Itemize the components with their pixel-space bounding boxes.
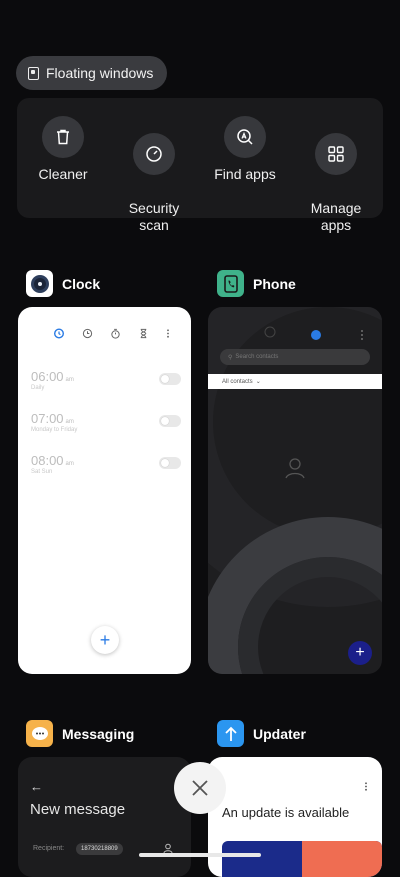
alarm-row[interactable]: 07:00 am Monday to Friday <box>31 411 181 433</box>
alarm-toggle[interactable] <box>159 373 181 385</box>
update-banner-image <box>222 841 382 877</box>
cleaner-label: Cleaner <box>38 166 88 182</box>
recipient-label: Recipient: <box>33 845 65 852</box>
alarm-time: 08:00 <box>31 453 64 468</box>
clock-app-card[interactable]: 06:00 am Daily 07:00 am Monday to Friday 0… <box>18 307 191 674</box>
more-options-icon[interactable] <box>166 328 170 339</box>
find-apps-icon <box>224 116 266 158</box>
alarm-toggle[interactable] <box>159 457 181 469</box>
clock-app-icon <box>26 270 53 297</box>
contacts-filter-label: All contacts <box>222 378 253 385</box>
messaging-app-name: Messaging <box>62 725 135 742</box>
manage-apps-label: Manage apps <box>310 200 362 233</box>
alarm-toggle[interactable] <box>159 415 181 427</box>
messaging-app-header[interactable]: Messaging <box>26 720 134 747</box>
search-icon: ⚲ <box>228 354 233 361</box>
updater-app-header[interactable]: Updater <box>217 720 306 747</box>
clock-tabs <box>53 327 170 339</box>
cleaner-button[interactable]: Cleaner <box>23 116 103 183</box>
phone-app-icon <box>217 270 244 297</box>
alarm-row[interactable]: 06:00 am Daily <box>31 369 181 391</box>
clock-app-header[interactable]: Clock <box>26 270 100 297</box>
alarm-repeat: Daily <box>31 385 45 391</box>
search-input[interactable]: ⚲ Search contacts <box>220 349 370 365</box>
find-apps-label: Find apps <box>214 166 276 182</box>
close-all-button[interactable] <box>174 762 226 814</box>
alarm-repeat: Sat Sun <box>31 469 53 475</box>
updater-app-name: Updater <box>253 725 306 742</box>
quick-actions-panel: Cleaner Security scan Find apps Manage a… <box>17 98 383 233</box>
security-scan-icon <box>133 133 175 175</box>
dialpad-add-button[interactable]: + <box>348 641 372 665</box>
recipient-chip[interactable]: 18730218809 <box>76 843 123 855</box>
alarm-ampm: am <box>65 377 74 383</box>
alarm-row[interactable]: 08:00 am Sat Sun <box>31 453 181 475</box>
security-scan-label: Security scan <box>128 200 180 233</box>
messaging-app-card[interactable]: ← New message Recipient: 18730218809 <box>18 757 191 877</box>
alarm-tab-icon[interactable] <box>53 327 65 339</box>
floating-windows-button[interactable]: Floating windows <box>16 56 168 90</box>
alarm-repeat: Monday to Friday <box>31 427 78 433</box>
update-available-text: An update is available <box>222 805 350 820</box>
find-apps-button[interactable]: Find apps <box>205 116 285 183</box>
search-placeholder: Search contacts <box>235 354 279 360</box>
floating-windows-label: Floating windows <box>46 65 154 81</box>
trash-icon <box>42 116 84 158</box>
contacts-filter-dropdown[interactable]: All contacts ⌄ <box>208 374 382 389</box>
more-options-icon[interactable] <box>364 781 368 792</box>
updater-app-icon <box>217 720 244 747</box>
grid-icon <box>315 133 357 175</box>
phone-app-header[interactable]: Phone <box>217 270 296 297</box>
phone-app-name: Phone <box>253 275 296 292</box>
alarm-time: 06:00 <box>31 369 64 384</box>
messaging-app-icon <box>26 720 53 747</box>
floating-window-icon <box>28 66 39 80</box>
alarm-time: 07:00 <box>31 411 64 426</box>
new-message-title: New message <box>30 801 126 818</box>
clock-app-name: Clock <box>62 275 101 292</box>
add-alarm-button[interactable]: + <box>91 626 119 654</box>
home-indicator[interactable] <box>139 853 261 857</box>
world-clock-tab-icon[interactable] <box>82 328 93 339</box>
alarm-ampm: am <box>65 419 74 425</box>
phone-app-card[interactable]: ⚲ Search contacts All contacts ⌄ + <box>208 307 382 674</box>
back-arrow-icon[interactable]: ← <box>30 779 43 794</box>
recipient-value: 18730218809 <box>81 846 118 852</box>
manage-apps-button[interactable]: Manage apps <box>296 116 376 251</box>
timer-tab-icon[interactable] <box>138 328 149 339</box>
security-scan-button[interactable]: Security scan <box>114 116 194 251</box>
chevron-down-icon: ⌄ <box>255 379 261 385</box>
updater-app-card[interactable]: An update is available <box>208 757 382 877</box>
stopwatch-tab-icon[interactable] <box>110 328 121 339</box>
alarm-ampm: am <box>65 461 74 467</box>
close-icon <box>192 780 208 796</box>
